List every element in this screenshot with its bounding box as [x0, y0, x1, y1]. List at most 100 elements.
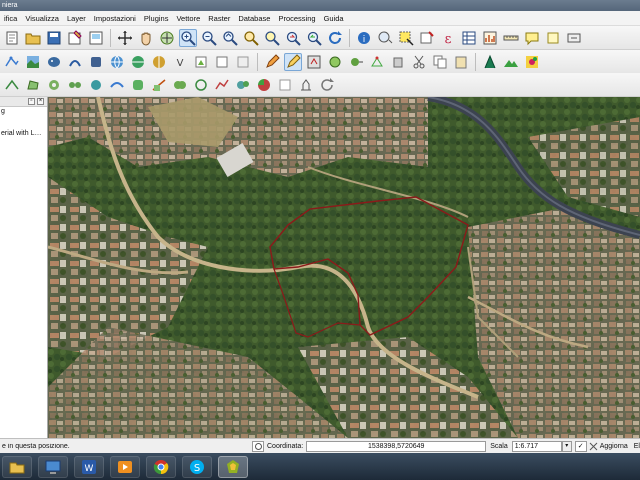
- render-checkbox[interactable]: ✓: [574, 440, 587, 452]
- node-tool-icon[interactable]: [368, 53, 386, 71]
- menu-modifica[interactable]: ifica: [0, 11, 21, 26]
- menu-processing[interactable]: Processing: [274, 11, 319, 26]
- map-canvas[interactable]: [48, 97, 640, 438]
- new-project-icon[interactable]: [3, 29, 21, 47]
- windows-taskbar: W S: [0, 453, 640, 480]
- pan-to-selection-icon[interactable]: [158, 29, 176, 47]
- paste-icon[interactable]: [452, 53, 470, 71]
- add-wcs-icon[interactable]: [129, 53, 147, 71]
- digitize-split-icon[interactable]: [150, 76, 168, 94]
- cut-icon[interactable]: [410, 53, 428, 71]
- remote-desktop-icon[interactable]: [38, 455, 68, 478]
- action-dropdown-icon[interactable]: [376, 29, 394, 47]
- menu-raster[interactable]: Raster: [204, 11, 234, 26]
- statistics-icon[interactable]: [481, 29, 499, 47]
- chrome-icon[interactable]: [146, 455, 176, 478]
- layer-group-item[interactable]: g: [0, 107, 47, 117]
- menu-guida[interactable]: Guida: [320, 11, 348, 26]
- add-mssql-icon[interactable]: [87, 53, 105, 71]
- word-icon[interactable]: W: [74, 455, 104, 478]
- select-features-icon[interactable]: [397, 29, 415, 47]
- zoom-out-icon[interactable]: [200, 29, 218, 47]
- annotation-icon[interactable]: [523, 29, 541, 47]
- digitize-rotate-point-icon[interactable]: [192, 76, 210, 94]
- menu-vettore[interactable]: Vettore: [172, 11, 204, 26]
- skype-icon[interactable]: S: [182, 455, 212, 478]
- print-composer-icon[interactable]: [87, 29, 105, 47]
- digitize-label-icon[interactable]: [297, 76, 315, 94]
- deselect-icon[interactable]: [418, 29, 436, 47]
- hand-pan-icon[interactable]: [137, 29, 155, 47]
- digitize-pie-icon[interactable]: [255, 76, 273, 94]
- move-feature-icon[interactable]: [347, 53, 365, 71]
- add-feature-icon[interactable]: [326, 53, 344, 71]
- float-panel-button[interactable]: ▫: [28, 98, 35, 105]
- media-player-icon[interactable]: [110, 455, 140, 478]
- menu-layer[interactable]: Layer: [63, 11, 90, 26]
- attribute-table-icon[interactable]: [460, 29, 478, 47]
- digitize-fill-icon[interactable]: [234, 76, 252, 94]
- gps-icon[interactable]: [481, 53, 499, 71]
- add-delimited-icon[interactable]: V: [171, 53, 189, 71]
- new-shapefile-icon[interactable]: [192, 53, 210, 71]
- digitize-simplify-icon[interactable]: [213, 76, 231, 94]
- menu-impostazioni[interactable]: Impostazioni: [90, 11, 140, 26]
- measure-icon[interactable]: [502, 29, 520, 47]
- close-panel-button[interactable]: ×: [37, 98, 44, 105]
- copy-icon[interactable]: [431, 53, 449, 71]
- new-spatialite-icon[interactable]: [213, 53, 231, 71]
- delete-selected-icon[interactable]: [389, 53, 407, 71]
- zoom-to-selection-icon[interactable]: [263, 29, 281, 47]
- add-spatialite-icon[interactable]: [66, 53, 84, 71]
- add-wms-icon[interactable]: [108, 53, 126, 71]
- edit-pencil-icon[interactable]: [263, 53, 281, 71]
- save-edits-icon[interactable]: [305, 53, 323, 71]
- digitize-polygon-icon[interactable]: [24, 76, 42, 94]
- identify-icon[interactable]: i: [355, 29, 373, 47]
- qgis-icon[interactable]: [218, 455, 248, 478]
- toolbar-separator: [349, 28, 350, 47]
- coordinate-field[interactable]: 1538398,5720649: [306, 440, 487, 452]
- layers-panel-header: ▫ ×: [0, 97, 47, 107]
- label-tool-icon[interactable]: [565, 29, 583, 47]
- add-vector-icon[interactable]: [3, 53, 21, 71]
- add-wfs-icon[interactable]: [150, 53, 168, 71]
- digitize-ring-icon[interactable]: [45, 76, 63, 94]
- new-gpx-icon[interactable]: [234, 53, 252, 71]
- zoom-to-layer-icon[interactable]: [242, 29, 260, 47]
- field-calculator-icon[interactable]: ε: [439, 29, 457, 47]
- add-raster-icon[interactable]: [24, 53, 42, 71]
- title-bar: niera: [0, 0, 640, 11]
- refresh-status-button[interactable]: Aggiorna: [589, 442, 628, 451]
- digitize-table-icon[interactable]: [276, 76, 294, 94]
- plugin-tool-icon[interactable]: [523, 53, 541, 71]
- file-explorer-icon[interactable]: [2, 455, 32, 478]
- digitize-merge-icon[interactable]: [171, 76, 189, 94]
- zoom-last-icon[interactable]: [284, 29, 302, 47]
- zoom-in-icon[interactable]: [179, 28, 197, 47]
- digitize-offset-icon[interactable]: [129, 76, 147, 94]
- digitize-delete-ring-icon[interactable]: [87, 76, 105, 94]
- zoom-full-icon[interactable]: [221, 29, 239, 47]
- save-as-icon[interactable]: [66, 29, 84, 47]
- refresh-icon[interactable]: [326, 29, 344, 47]
- add-postgis-icon[interactable]: [45, 53, 63, 71]
- text-annotation-icon[interactable]: [544, 29, 562, 47]
- layer-item-aerial[interactable]: erial with L…: [0, 129, 47, 139]
- menu-visualizza[interactable]: Visualizza: [21, 11, 63, 26]
- save-project-icon[interactable]: [45, 29, 63, 47]
- toggle-extents-icon[interactable]: [252, 440, 264, 452]
- menu-database[interactable]: Database: [234, 11, 274, 26]
- digitize-part-icon[interactable]: [66, 76, 84, 94]
- toggle-editing-icon[interactable]: [284, 52, 302, 71]
- menu-plugins[interactable]: Plugins: [140, 11, 173, 26]
- digitize-reshape-icon[interactable]: [108, 76, 126, 94]
- zoom-next-icon[interactable]: [305, 29, 323, 47]
- terrain-icon[interactable]: [502, 53, 520, 71]
- pan-icon[interactable]: [116, 29, 134, 47]
- open-project-icon[interactable]: [24, 29, 42, 47]
- scale-combobox[interactable]: 1:6.717: [511, 440, 562, 452]
- scale-dropdown-icon[interactable]: ▾: [561, 440, 572, 452]
- digitize-line-icon[interactable]: [3, 76, 21, 94]
- rotate-icon[interactable]: [318, 76, 336, 94]
